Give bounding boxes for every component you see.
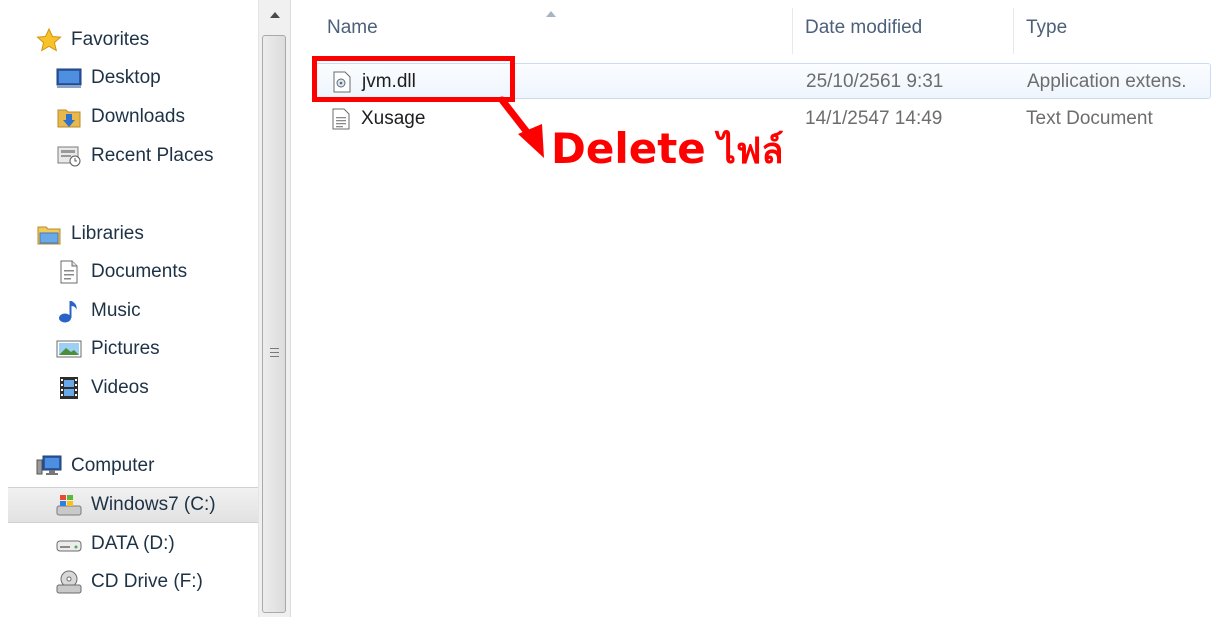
libraries-icon — [36, 222, 62, 246]
nav-label: Documents — [91, 261, 188, 282]
music-note-icon — [56, 299, 82, 323]
nav-scrollbar[interactable] — [258, 0, 291, 617]
nav-item-computer[interactable]: Computer — [36, 448, 154, 484]
nav-label: Favorites — [71, 29, 150, 50]
annotation-arrow-icon — [496, 96, 556, 165]
film-icon — [56, 376, 82, 400]
pictures-icon — [56, 337, 82, 361]
annotation-word: Delete — [551, 124, 706, 173]
nav-item-recent-places[interactable]: Recent Places — [56, 138, 214, 174]
nav-item-windows7-drive[interactable]: Windows7 (C:) — [8, 487, 258, 523]
annotation-text: Delete ไฟล์ — [551, 122, 783, 179]
sort-arrow-icon — [546, 4, 556, 22]
recent-places-icon — [56, 144, 82, 168]
column-header-type[interactable]: Type — [1014, 0, 1211, 56]
column-header-date-modified[interactable]: Date modified — [793, 0, 1012, 56]
nav-item-data-drive[interactable]: DATA (D:) — [56, 526, 175, 562]
file-date-cell: 25/10/2561 9:31 — [806, 71, 944, 92]
nav-label: Downloads — [91, 106, 185, 127]
text-file-icon — [331, 107, 353, 131]
nav-item-libraries[interactable]: Libraries — [36, 216, 144, 252]
nav-item-desktop[interactable]: Desktop — [56, 60, 161, 96]
scroll-up-arrow-icon[interactable] — [259, 0, 290, 30]
annotation-highlight-box — [312, 56, 515, 102]
document-icon — [56, 260, 82, 284]
cd-drive-icon — [56, 570, 82, 594]
nav-label: Desktop — [91, 67, 161, 88]
nav-label: DATA (D:) — [91, 533, 175, 554]
hard-drive-icon — [56, 532, 82, 556]
nav-item-videos[interactable]: Videos — [56, 370, 149, 406]
nav-label: Libraries — [71, 223, 144, 244]
computer-icon — [36, 454, 62, 478]
nav-item-favorites[interactable]: Favorites — [36, 22, 149, 58]
scrollbar-grip — [270, 348, 279, 357]
nav-item-music[interactable]: Music — [56, 293, 141, 329]
file-type-cell: Text Document — [1026, 108, 1153, 129]
nav-item-pictures[interactable]: Pictures — [56, 331, 160, 367]
scrollbar-thumb[interactable] — [262, 35, 286, 613]
nav-label: Recent Places — [91, 145, 214, 166]
nav-label: Pictures — [91, 338, 160, 359]
nav-label: CD Drive (F:) — [91, 571, 203, 592]
downloads-folder-icon — [56, 105, 82, 129]
file-date-cell: 14/1/2547 14:49 — [805, 108, 943, 129]
file-type-cell: Application extens. — [1027, 71, 1187, 92]
nav-label: Music — [91, 300, 141, 321]
annotation-thai: ไฟล์ — [717, 131, 784, 172]
nav-label: Computer — [71, 455, 155, 476]
file-name-cell: Xusage — [331, 101, 425, 137]
star-icon — [36, 28, 62, 52]
navigation-pane: Favorites Desktop Downloads Recent Place… — [0, 0, 258, 617]
desktop-icon — [56, 66, 82, 90]
windows-drive-icon — [56, 493, 82, 517]
nav-item-cd-drive[interactable]: CD Drive (F:) — [56, 564, 203, 600]
nav-label: Windows7 (C:) — [91, 494, 216, 515]
nav-item-downloads[interactable]: Downloads — [56, 99, 185, 135]
nav-item-documents[interactable]: Documents — [56, 254, 187, 290]
nav-label: Videos — [91, 377, 149, 398]
